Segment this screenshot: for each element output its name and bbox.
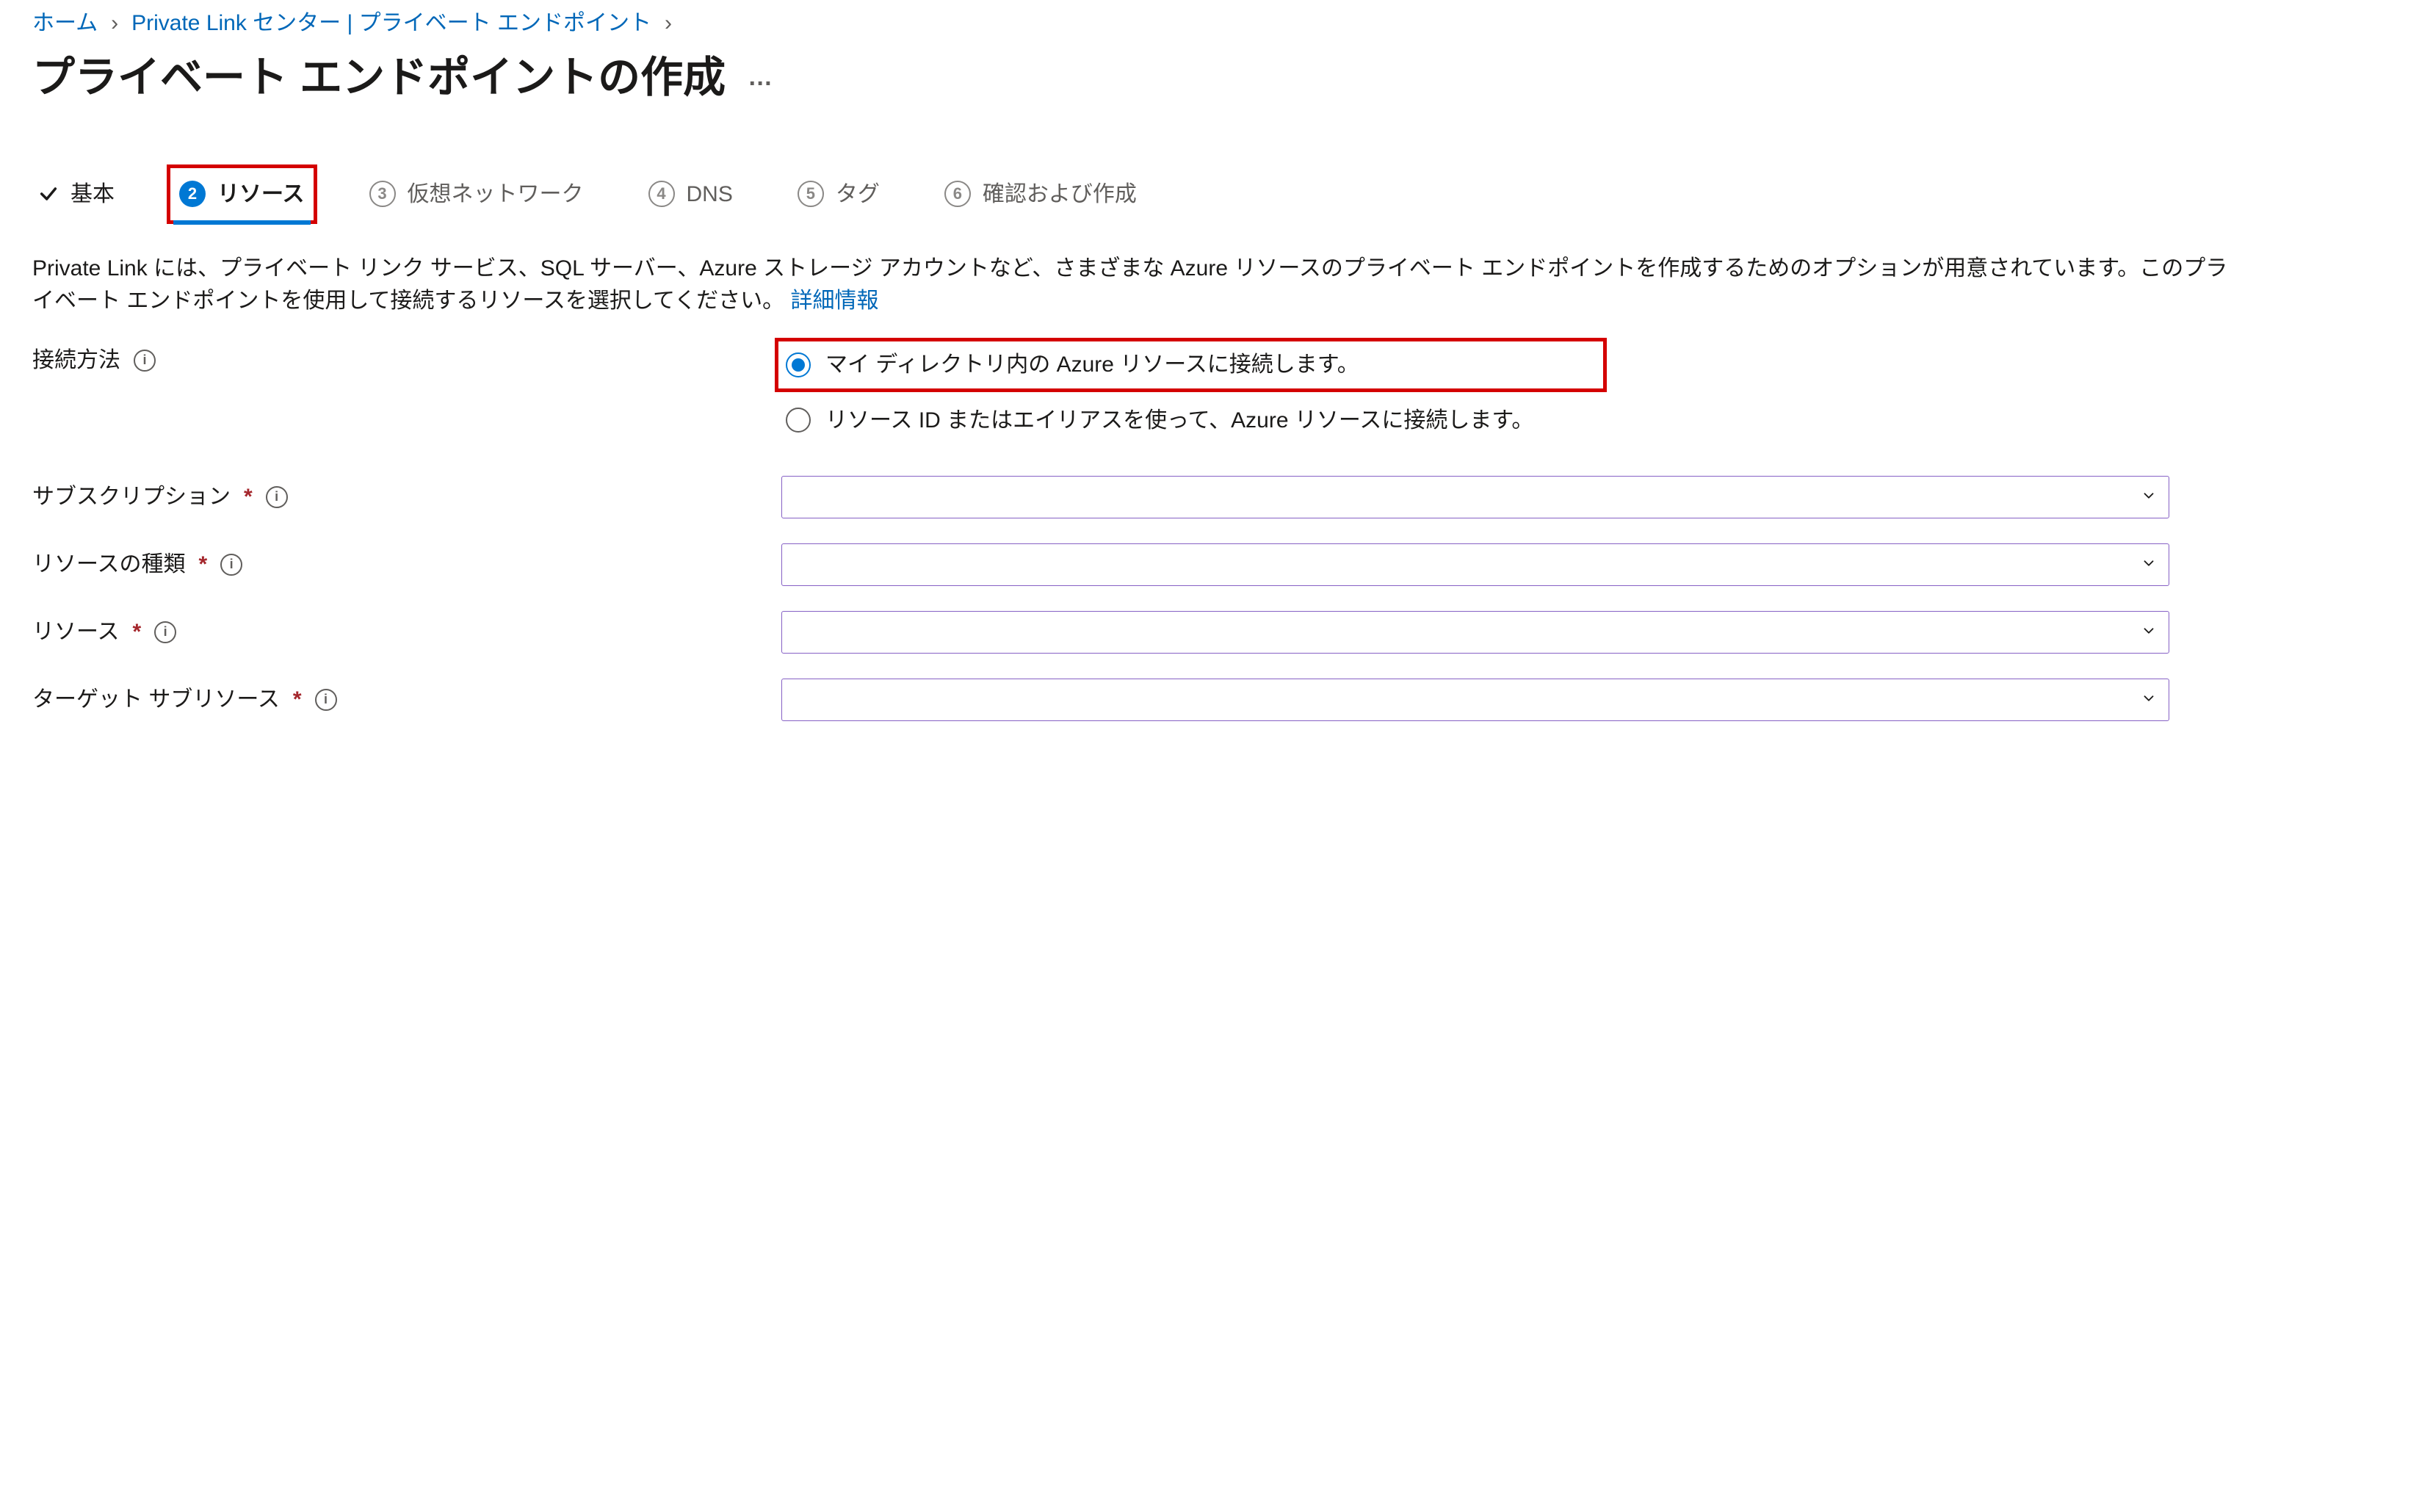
- row-connection-method: 接続方法 マイ ディレクトリ内の Azure リソースに接続します。 リソース …: [32, 344, 2387, 441]
- tab-tag-label: タグ: [836, 178, 880, 211]
- tab-review-label: 確認および作成: [983, 178, 1137, 211]
- chevron-right-icon: ›: [111, 7, 118, 40]
- learn-more-link[interactable]: 詳細情報: [790, 289, 878, 313]
- tab-dns[interactable]: 4 DNS: [643, 171, 739, 218]
- label-connection-method: 接続方法: [32, 344, 767, 377]
- chevron-down-icon: [2141, 684, 2157, 716]
- radio-option-directory[interactable]: マイ ディレクトリ内の Azure リソースに接続します。: [781, 344, 1600, 386]
- row-subscription: サブスクリプション *: [32, 476, 2387, 518]
- tab-vnet[interactable]: 3 仮想ネットワーク: [364, 171, 590, 218]
- target-subresource-select[interactable]: [781, 679, 2169, 721]
- checkmark-icon: [38, 184, 59, 204]
- label-target-subresource: ターゲット サブリソース *: [32, 684, 767, 716]
- connection-method-radio-group: マイ ディレクトリ内の Azure リソースに接続します。 リソース ID また…: [781, 344, 1600, 441]
- radio-icon-unchecked: [786, 408, 811, 433]
- step-badge-6: 6: [944, 181, 971, 207]
- info-icon[interactable]: [134, 350, 156, 372]
- info-icon[interactable]: [220, 554, 242, 576]
- label-target-subresource-text: ターゲット サブリソース: [32, 684, 280, 716]
- subscription-select[interactable]: [781, 476, 2169, 518]
- resource-select[interactable]: [781, 611, 2169, 654]
- tab-tag[interactable]: 5 タグ: [792, 171, 886, 218]
- page-title-text: プライベート エンドポイントの作成: [32, 47, 726, 109]
- label-resource: リソース *: [32, 616, 767, 648]
- tab-dns-label: DNS: [687, 178, 733, 211]
- page-title: プライベート エンドポイントの作成 …: [32, 47, 2387, 109]
- radio-label-directory: マイ ディレクトリ内の Azure リソースに接続します。: [825, 349, 1359, 381]
- label-resource-type: リソースの種類 *: [32, 549, 767, 581]
- breadcrumb-private-link-center[interactable]: Private Link センター | プライベート エンドポイント: [131, 7, 651, 40]
- chevron-right-icon: ›: [665, 7, 672, 40]
- active-tab-underline: [173, 220, 311, 225]
- tab-basic[interactable]: 基本: [32, 171, 120, 218]
- required-asterisk: *: [133, 616, 142, 648]
- resource-type-select[interactable]: [781, 543, 2169, 586]
- radio-icon-checked: [786, 352, 811, 377]
- radio-label-resource-id: リソース ID またはエイリアスを使って、Azure リソースに接続します。: [825, 405, 1533, 437]
- radio-option-resource-id[interactable]: リソース ID またはエイリアスを使って、Azure リソースに接続します。: [781, 400, 1600, 441]
- label-resource-text: リソース: [32, 616, 120, 648]
- intro-text: Private Link には、プライベート リンク サービス、SQL サーバー…: [32, 253, 2235, 316]
- step-badge-3: 3: [369, 181, 396, 207]
- breadcrumb-home[interactable]: ホーム: [32, 7, 98, 40]
- label-subscription-text: サブスクリプション: [32, 481, 231, 513]
- step-badge-5: 5: [798, 181, 824, 207]
- breadcrumb: ホーム › Private Link センター | プライベート エンドポイント…: [32, 7, 2387, 40]
- info-icon[interactable]: [154, 621, 176, 643]
- row-target-subresource: ターゲット サブリソース *: [32, 679, 2387, 721]
- resource-fields: サブスクリプション * リソースの種類 * リソース *: [32, 476, 2387, 721]
- row-resource-type: リソースの種類 *: [32, 543, 2387, 586]
- intro-body: Private Link には、プライベート リンク サービス、SQL サーバー…: [32, 256, 2227, 313]
- more-menu-icon[interactable]: …: [748, 59, 775, 95]
- chevron-down-icon: [2141, 616, 2157, 648]
- tab-basic-label: 基本: [70, 178, 115, 211]
- required-asterisk: *: [293, 684, 302, 716]
- tab-review[interactable]: 6 確認および作成: [939, 171, 1143, 218]
- row-resource: リソース *: [32, 611, 2387, 654]
- tab-resource[interactable]: 2 リソース: [173, 171, 311, 218]
- label-connection-method-text: 接続方法: [32, 344, 120, 377]
- wizard-tabs: 基本 2 リソース 3 仮想ネットワーク 4 DNS 5 タグ 6 確認および作…: [32, 171, 2387, 224]
- step-badge-2: 2: [179, 181, 206, 207]
- chevron-down-icon: [2141, 549, 2157, 581]
- tab-resource-label: リソース: [217, 178, 305, 211]
- required-asterisk: *: [244, 481, 253, 513]
- tab-vnet-label: 仮想ネットワーク: [408, 178, 584, 211]
- info-icon[interactable]: [266, 486, 288, 508]
- label-subscription: サブスクリプション *: [32, 481, 767, 513]
- required-asterisk: *: [199, 549, 208, 581]
- info-icon[interactable]: [315, 689, 337, 711]
- step-badge-4: 4: [648, 181, 675, 207]
- chevron-down-icon: [2141, 481, 2157, 513]
- label-resource-type-text: リソースの種類: [32, 549, 186, 581]
